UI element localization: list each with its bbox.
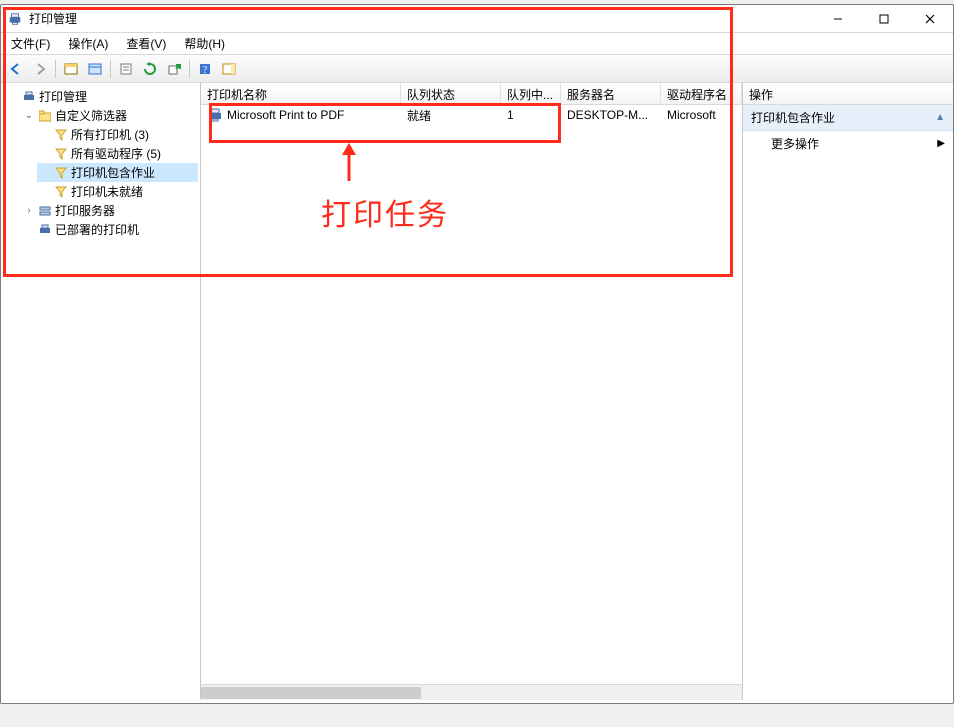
toolbar: ? [1, 55, 953, 83]
actions-group-label: 打印机包含作业 [751, 109, 835, 126]
tree-root-label: 打印管理 [39, 88, 87, 105]
actions-pane-header: 操作 [743, 83, 953, 105]
printer-icon [38, 223, 52, 237]
forward-button[interactable] [29, 58, 51, 80]
window-title: 打印管理 [29, 10, 815, 27]
filter-folder-icon [38, 109, 52, 123]
expand-icon[interactable]: › [23, 205, 35, 216]
menubar: 文件(F) 操作(A) 查看(V) 帮助(H) [1, 33, 953, 55]
submenu-icon: ▶ [937, 138, 945, 149]
actions-group-header[interactable]: 打印机包含作业 ▲ [743, 105, 953, 131]
toolbar-separator [55, 60, 56, 78]
svg-text:?: ? [203, 65, 208, 76]
menu-file[interactable]: 文件(F) [7, 33, 54, 54]
tree-print-servers[interactable]: › 打印服务器 [21, 201, 198, 220]
server-icon [38, 204, 52, 218]
tree-printers-not-ready-label: 打印机未就绪 [71, 183, 143, 200]
tree-print-servers-label: 打印服务器 [55, 202, 115, 219]
actions-more-actions[interactable]: 更多操作 ▶ [743, 131, 953, 156]
tree-printers-with-jobs-label: 打印机包含作业 [71, 164, 155, 181]
print-management-window: 打印管理 文件(F) 操作(A) 查看(V) 帮助(H) ? [0, 4, 954, 704]
filter-icon [54, 147, 68, 161]
show-hide-action-pane-button[interactable] [218, 58, 240, 80]
column-server-name[interactable]: 服务器名 [561, 83, 661, 104]
actions-pane: 操作 打印机包含作业 ▲ 更多操作 ▶ [743, 83, 953, 700]
list-body[interactable]: Microsoft Print to PDF 就绪 1 DESKTOP-M...… [201, 105, 742, 684]
printer-name-cell: Microsoft Print to PDF [227, 108, 344, 122]
printer-app-icon [7, 11, 23, 27]
list-header: 打印机名称 队列状态 队列中... 服务器名 驱动程序名 [201, 83, 742, 105]
jobs-cell: 1 [501, 105, 561, 125]
printer-row[interactable]: Microsoft Print to PDF 就绪 1 DESKTOP-M...… [201, 105, 742, 125]
queue-status-cell: 就绪 [401, 105, 501, 127]
menu-action[interactable]: 操作(A) [64, 33, 112, 54]
menu-view[interactable]: 查看(V) [122, 33, 170, 54]
horizontal-scrollbar[interactable] [201, 684, 742, 700]
tree-custom-filters-label: 自定义筛选器 [55, 107, 127, 124]
tree-custom-filters[interactable]: ⌄ 自定义筛选器 [21, 106, 198, 125]
server-cell: DESKTOP-M... [561, 105, 661, 125]
tree-deployed-printers[interactable]: 已部署的打印机 [21, 220, 198, 239]
filter-icon [54, 128, 68, 142]
expand-icon[interactable]: ⌄ [23, 110, 35, 121]
refresh-button[interactable] [139, 58, 161, 80]
printer-icon [22, 90, 36, 104]
export-button[interactable] [163, 58, 185, 80]
printer-icon [207, 107, 223, 123]
window-controls [815, 5, 953, 32]
titlebar: 打印管理 [1, 5, 953, 33]
minimize-button[interactable] [815, 5, 861, 32]
help-button[interactable]: ? [194, 58, 216, 80]
scrollbar-thumb[interactable] [201, 687, 421, 699]
toolbar-separator [110, 60, 111, 78]
tree-printers-with-jobs[interactable]: 打印机包含作业 [37, 163, 198, 182]
mmc-body: 打印管理 ⌄ 自定义筛选器 [1, 83, 953, 700]
column-printer-name[interactable]: 打印机名称 [201, 83, 401, 104]
driver-cell: Microsoft [661, 105, 742, 125]
column-jobs-in-queue[interactable]: 队列中... [501, 83, 561, 104]
filter-icon [54, 166, 68, 180]
actions-more-label: 更多操作 [771, 135, 819, 152]
tree-all-drivers[interactable]: 所有驱动程序 (5) [37, 144, 198, 163]
menu-help[interactable]: 帮助(H) [180, 33, 229, 54]
close-button[interactable] [907, 5, 953, 32]
tree-all-drivers-label: 所有驱动程序 (5) [71, 145, 161, 162]
column-driver-name[interactable]: 驱动程序名 [661, 83, 742, 104]
maximize-button[interactable] [861, 5, 907, 32]
collapse-icon: ▲ [935, 112, 945, 123]
tree-pane[interactable]: 打印管理 ⌄ 自定义筛选器 [1, 83, 201, 700]
filter-icon [54, 185, 68, 199]
toolbar-separator [189, 60, 190, 78]
list-pane: 打印机名称 队列状态 队列中... 服务器名 驱动程序名 Microsoft P… [201, 83, 743, 700]
navigation-tree[interactable]: 打印管理 ⌄ 自定义筛选器 [3, 87, 198, 239]
back-button[interactable] [5, 58, 27, 80]
column-queue-status[interactable]: 队列状态 [401, 83, 501, 104]
tree-printers-not-ready[interactable]: 打印机未就绪 [37, 182, 198, 201]
export-list-button[interactable] [115, 58, 137, 80]
properties-button[interactable] [84, 58, 106, 80]
show-hide-tree-button[interactable] [60, 58, 82, 80]
tree-all-printers-label: 所有打印机 (3) [71, 126, 149, 143]
tree-root[interactable]: 打印管理 [5, 87, 198, 106]
tree-all-printers[interactable]: 所有打印机 (3) [37, 125, 198, 144]
tree-deployed-printers-label: 已部署的打印机 [55, 221, 139, 238]
